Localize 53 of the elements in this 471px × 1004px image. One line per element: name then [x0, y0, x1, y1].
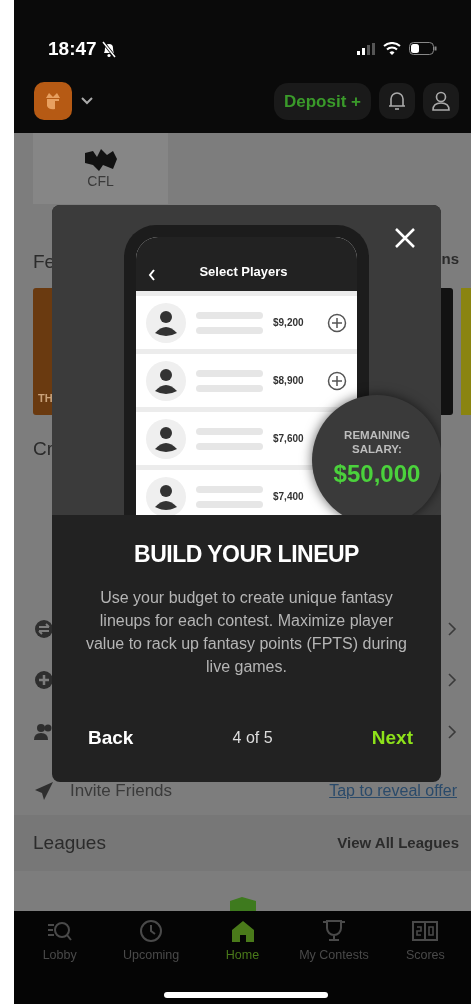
screen-title: Select Players — [198, 262, 289, 281]
player-avatar — [146, 418, 186, 459]
placeholder-lines — [196, 369, 263, 392]
app-logo[interactable] — [34, 82, 72, 121]
placeholder-lines — [196, 427, 263, 450]
section-title: Leagues — [33, 830, 106, 855]
tab-item[interactable]: My Contests — [288, 918, 380, 979]
bell-muted-icon — [100, 39, 117, 58]
tab-item[interactable]: Home — [196, 918, 289, 979]
add-icon[interactable] — [327, 370, 347, 391]
tab-item[interactable]: Scores — [379, 918, 471, 979]
sport-tile[interactable]: CFL — [33, 133, 168, 204]
sport-label: CFL — [87, 171, 114, 191]
salary-label: REMAINING SALARY: — [343, 427, 411, 457]
section-title: Cr — [33, 436, 54, 461]
player-avatar — [146, 476, 186, 515]
placeholder-lines — [196, 311, 263, 334]
chevron-right-icon — [447, 672, 457, 689]
battery-icon — [409, 42, 437, 56]
paper-plane-icon — [34, 780, 54, 801]
signal-icon — [357, 42, 375, 55]
placeholder-lines — [196, 485, 263, 508]
person-icon — [431, 91, 451, 112]
player-salary: $9,200 — [273, 316, 305, 330]
chevron-down-icon[interactable] — [80, 96, 94, 107]
reveal-offer-link[interactable]: Tap to reveal offer — [329, 778, 457, 803]
notifications-button[interactable] — [379, 83, 415, 120]
view-all-leagues-link[interactable]: View All Leagues — [337, 831, 459, 855]
clock-time: 18:47 — [48, 36, 97, 61]
section-link[interactable]: ns — [441, 248, 459, 288]
add-icon[interactable] — [327, 312, 347, 333]
chevron-right-icon — [447, 724, 457, 740]
player-avatar — [146, 360, 186, 401]
player-salary: $7,600 — [273, 432, 305, 446]
player-salary: $7,400 — [273, 490, 305, 504]
dialog-text: Use your budget to create unique fantasy lineups for each contest. Maximize player value to rack up fantasy points (FPTS) during live games. — [84, 587, 408, 678]
bell-icon — [387, 90, 407, 113]
dialog-title: BUILD YOUR LINEUP — [133, 540, 360, 569]
player-avatar — [146, 302, 186, 343]
chevron-right-icon — [447, 620, 457, 637]
back-chevron-icon — [148, 269, 156, 281]
back-button[interactable]: Back — [88, 723, 134, 753]
scoreboard-icon — [411, 918, 440, 944]
next-button[interactable]: Next — [371, 723, 413, 753]
profile-button[interactable] — [423, 83, 459, 120]
salary-value: $50,000 — [333, 459, 421, 490]
tab-item[interactable]: Lobby — [14, 918, 106, 979]
wifi-icon — [383, 42, 401, 56]
deposit-button[interactable]: Deposit + — [274, 82, 371, 121]
tab-item[interactable]: Upcoming — [105, 918, 197, 979]
step-counter: 4 of 5 — [232, 728, 273, 748]
row-label: Invite Friends — [70, 779, 173, 802]
player-salary: $8,900 — [273, 374, 305, 388]
